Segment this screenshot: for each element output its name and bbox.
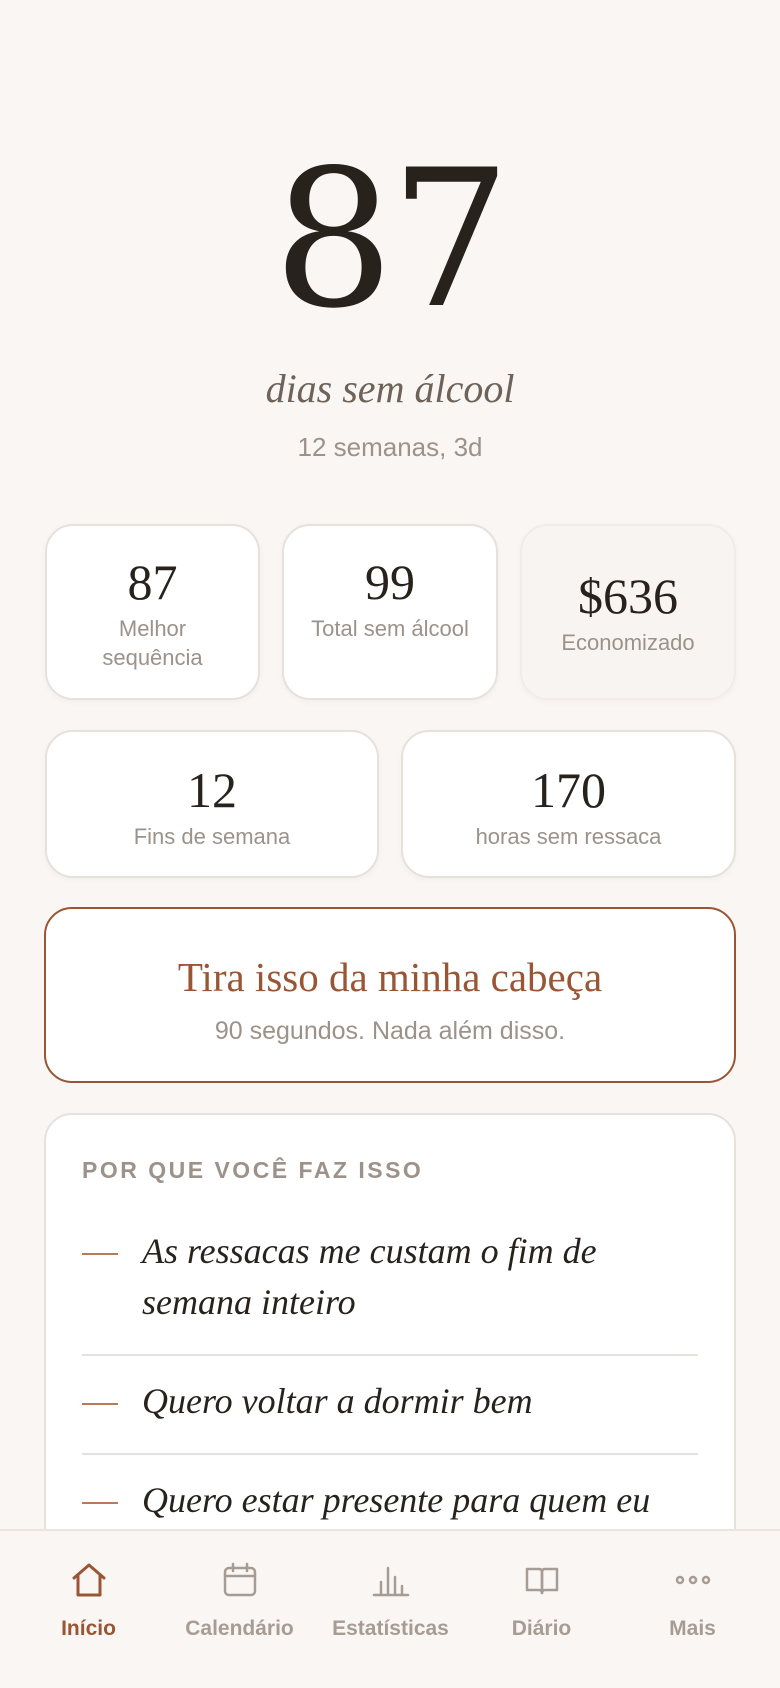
reason-text: As ressacas me custam o fim de semana in… xyxy=(142,1231,597,1322)
stat-value: 170 xyxy=(531,762,606,818)
tab-label: Diário xyxy=(511,1617,572,1640)
craving-button-title: Tira isso da minha cabeça xyxy=(177,954,603,1000)
dash-icon xyxy=(82,1253,118,1255)
stat-value: 99 xyxy=(365,554,415,610)
reasons-heading: POR QUE VOCÊ FAZ ISSO xyxy=(82,1157,424,1183)
book-icon xyxy=(466,1557,617,1603)
tab-label: Calendário xyxy=(185,1617,294,1640)
stat-label: Melhor sequência xyxy=(102,616,203,670)
stat-label: Fins de semana xyxy=(133,824,291,849)
reason-item: Quero voltar a dormir bem xyxy=(82,1356,698,1455)
tab-label: Mais xyxy=(669,1617,716,1640)
calendar-icon xyxy=(164,1557,315,1603)
stat-label: Total sem álcool xyxy=(311,616,469,641)
stat-value: $636 xyxy=(578,568,678,624)
tab-statistics[interactable]: Estatísticas xyxy=(315,1531,466,1688)
tab-more[interactable]: Mais xyxy=(617,1531,768,1688)
stat-value: 12 xyxy=(187,762,237,818)
dash-icon xyxy=(82,1403,118,1405)
craving-distraction-button[interactable]: Tira isso da minha cabeça 90 segundos. N… xyxy=(44,907,736,1083)
craving-button-subtitle: 90 segundos. Nada além disso. xyxy=(214,1017,566,1045)
stat-card-saved[interactable]: $636 Economizado xyxy=(520,524,736,700)
stat-card-hangover-hours[interactable]: 170 horas sem ressaca xyxy=(401,730,736,878)
stat-card-total[interactable]: 99 Total sem álcool xyxy=(282,524,498,700)
tab-home[interactable]: Início xyxy=(13,1531,164,1688)
home-icon xyxy=(13,1557,164,1603)
bar-chart-icon xyxy=(315,1557,466,1603)
stat-value: 87 xyxy=(127,554,178,610)
stat-label: Economizado xyxy=(561,630,695,655)
streak-weeks-subtitle: 12 semanas, 3d xyxy=(297,432,483,462)
reason-item: As ressacas me custam o fim de semana in… xyxy=(82,1206,698,1356)
tab-label: Início xyxy=(61,1617,116,1640)
bottom-tab-bar: Início Calendário Estatísticas Diário Ma… xyxy=(0,1529,780,1688)
streak-caption: dias sem álcool xyxy=(265,366,515,411)
stat-card-best-streak[interactable]: 87 Melhor sequência xyxy=(45,524,260,700)
tab-journal[interactable]: Diário xyxy=(466,1531,617,1688)
streak-days-count: 87 xyxy=(273,129,511,350)
stat-label: horas sem ressaca xyxy=(475,824,662,849)
dash-icon xyxy=(82,1502,118,1504)
more-dots-icon xyxy=(617,1557,768,1603)
stat-card-weekends[interactable]: 12 Fins de semana xyxy=(45,730,379,878)
tab-label: Estatísticas xyxy=(332,1617,449,1640)
tab-calendar[interactable]: Calendário xyxy=(164,1531,315,1688)
reason-text: Quero voltar a dormir bem xyxy=(142,1381,533,1421)
